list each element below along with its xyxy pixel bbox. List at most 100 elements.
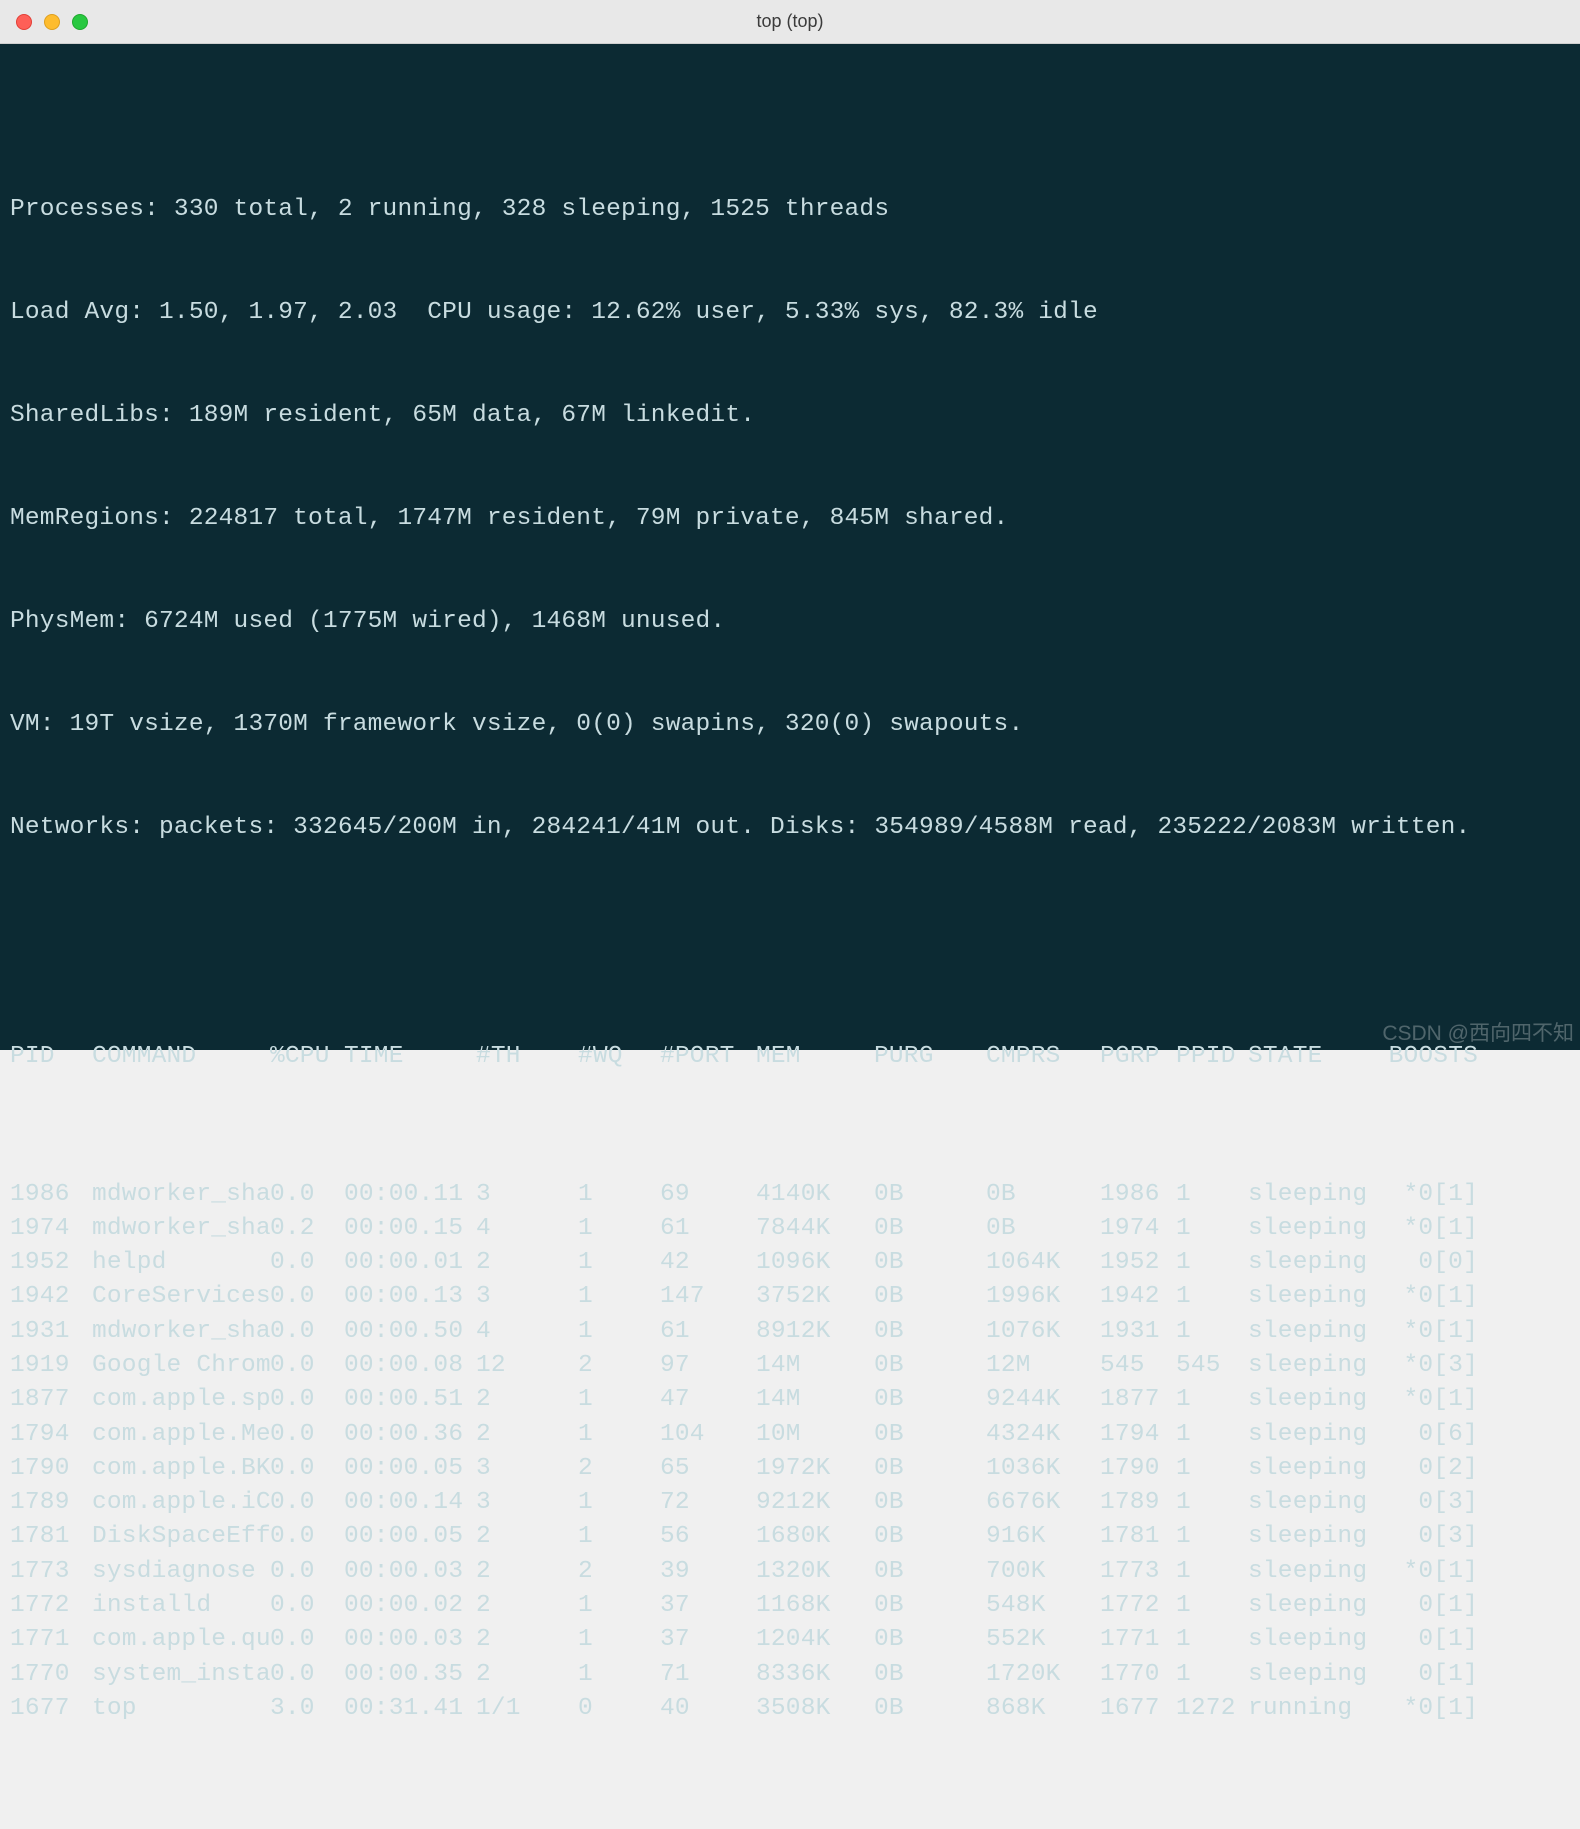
- cell-pid: 1773: [10, 1555, 92, 1589]
- process-row: 1771com.apple.qu0.000:00.0321371204K0B55…: [10, 1623, 1570, 1657]
- cell-th: 3: [476, 1452, 578, 1486]
- cell-time: 00:00.51: [344, 1383, 476, 1417]
- cell-time: 00:00.03: [344, 1555, 476, 1589]
- cell-time: 00:00.05: [344, 1520, 476, 1554]
- cell-state: sleeping: [1248, 1349, 1378, 1383]
- cell-pgrp: 1986: [1100, 1178, 1176, 1212]
- cell-wq: 1: [578, 1383, 660, 1417]
- cell-cpu: 0.0: [270, 1452, 344, 1486]
- cell-port: 65: [660, 1452, 756, 1486]
- cell-state: sleeping: [1248, 1418, 1378, 1452]
- cell-boosts: *0[1]: [1378, 1692, 1478, 1726]
- cell-purg: 0B: [874, 1452, 986, 1486]
- process-row: 1931mdworker_sha0.000:00.5041618912K0B10…: [10, 1315, 1570, 1349]
- cell-wq: 1: [578, 1486, 660, 1520]
- cell-ppid: 1: [1176, 1418, 1248, 1452]
- cell-th: 2: [476, 1418, 578, 1452]
- cell-port: 97: [660, 1349, 756, 1383]
- cell-cpu: 0.0: [270, 1418, 344, 1452]
- cell-cpu: 0.0: [270, 1178, 344, 1212]
- cell-pgrp: 1771: [1100, 1623, 1176, 1657]
- cell-pid: 1877: [10, 1383, 92, 1417]
- cell-time: 00:00.01: [344, 1246, 476, 1280]
- cell-pid: 1789: [10, 1486, 92, 1520]
- process-row: 1794com.apple.Me0.000:00.362110410M0B432…: [10, 1418, 1570, 1452]
- cell-state: sleeping: [1248, 1486, 1378, 1520]
- close-icon[interactable]: [16, 14, 32, 30]
- cell-th: 2: [476, 1589, 578, 1623]
- cell-state: sleeping: [1248, 1589, 1378, 1623]
- cell-command: Google Chrom: [92, 1349, 270, 1383]
- cell-pid: 1790: [10, 1452, 92, 1486]
- cell-ppid: 1: [1176, 1623, 1248, 1657]
- process-row: 1770system_insta0.000:00.3521718336K0B17…: [10, 1658, 1570, 1692]
- cell-cmprs: 0B: [986, 1212, 1100, 1246]
- cell-time: 00:00.36: [344, 1418, 476, 1452]
- cell-time: 00:00.11: [344, 1178, 476, 1212]
- cell-wq: 1: [578, 1178, 660, 1212]
- cell-state: sleeping: [1248, 1212, 1378, 1246]
- cell-time: 00:00.13: [344, 1280, 476, 1314]
- minimize-icon[interactable]: [44, 14, 60, 30]
- cell-state: sleeping: [1248, 1452, 1378, 1486]
- cell-pid: 1952: [10, 1246, 92, 1280]
- cell-time: 00:00.14: [344, 1486, 476, 1520]
- maximize-icon[interactable]: [72, 14, 88, 30]
- process-row: 1986mdworker_sha0.000:00.1131694140K0B0B…: [10, 1178, 1570, 1212]
- cell-state: sleeping: [1248, 1658, 1378, 1692]
- cell-port: 42: [660, 1246, 756, 1280]
- cell-cpu: 0.0: [270, 1349, 344, 1383]
- cell-wq: 1: [578, 1623, 660, 1657]
- cell-wq: 2: [578, 1349, 660, 1383]
- window-title: top (top): [756, 11, 823, 32]
- cell-purg: 0B: [874, 1658, 986, 1692]
- cell-mem: 7844K: [756, 1212, 874, 1246]
- col-purg: PURG: [874, 1040, 986, 1074]
- cell-ppid: 1: [1176, 1178, 1248, 1212]
- cell-boosts: 0[3]: [1378, 1486, 1478, 1520]
- cell-mem: 1680K: [756, 1520, 874, 1554]
- cell-port: 37: [660, 1589, 756, 1623]
- process-row: 1877com.apple.sp0.000:00.51214714M0B9244…: [10, 1383, 1570, 1417]
- cell-mem: 4140K: [756, 1178, 874, 1212]
- cell-cpu: 0.2: [270, 1212, 344, 1246]
- cell-purg: 0B: [874, 1692, 986, 1726]
- process-row: 1942CoreServices0.000:00.13311473752K0B1…: [10, 1280, 1570, 1314]
- cell-cmprs: 1064K: [986, 1246, 1100, 1280]
- cell-port: 56: [660, 1520, 756, 1554]
- col-port: #PORT: [660, 1040, 756, 1074]
- process-row: 1790com.apple.BK0.000:00.0532651972K0B10…: [10, 1452, 1570, 1486]
- cell-mem: 1320K: [756, 1555, 874, 1589]
- watermark: CSDN @西向四不知: [1382, 1019, 1574, 1048]
- cell-ppid: 1: [1176, 1212, 1248, 1246]
- cell-mem: 10M: [756, 1418, 874, 1452]
- cell-cpu: 0.0: [270, 1486, 344, 1520]
- cell-port: 71: [660, 1658, 756, 1692]
- physmem-line: PhysMem: 6724M used (1775M wired), 1468M…: [10, 605, 1570, 639]
- cell-command: DiskSpaceEff: [92, 1520, 270, 1554]
- cell-pid: 1781: [10, 1520, 92, 1554]
- cell-time: 00:00.03: [344, 1623, 476, 1657]
- cell-pid: 1919: [10, 1349, 92, 1383]
- cell-port: 39: [660, 1555, 756, 1589]
- cell-boosts: 0[6]: [1378, 1418, 1478, 1452]
- cell-th: 2: [476, 1246, 578, 1280]
- cell-time: 00:00.35: [344, 1658, 476, 1692]
- cell-boosts: *0[1]: [1378, 1555, 1478, 1589]
- load-cpu-line: Load Avg: 1.50, 1.97, 2.03 CPU usage: 12…: [10, 296, 1570, 330]
- cell-command: mdworker_sha: [92, 1315, 270, 1349]
- cell-purg: 0B: [874, 1349, 986, 1383]
- cell-purg: 0B: [874, 1280, 986, 1314]
- cell-pgrp: 1877: [1100, 1383, 1176, 1417]
- cell-command: system_insta: [92, 1658, 270, 1692]
- cell-cpu: 0.0: [270, 1555, 344, 1589]
- cell-mem: 3752K: [756, 1280, 874, 1314]
- cell-boosts: 0[1]: [1378, 1623, 1478, 1657]
- cell-ppid: 1: [1176, 1486, 1248, 1520]
- cell-mem: 14M: [756, 1383, 874, 1417]
- cell-pid: 1677: [10, 1692, 92, 1726]
- col-state: STATE: [1248, 1040, 1378, 1074]
- cell-wq: 1: [578, 1212, 660, 1246]
- terminal-output[interactable]: Processes: 330 total, 2 running, 328 sle…: [0, 44, 1580, 1050]
- process-row: 1773sysdiagnose0.000:00.0322391320K0B700…: [10, 1555, 1570, 1589]
